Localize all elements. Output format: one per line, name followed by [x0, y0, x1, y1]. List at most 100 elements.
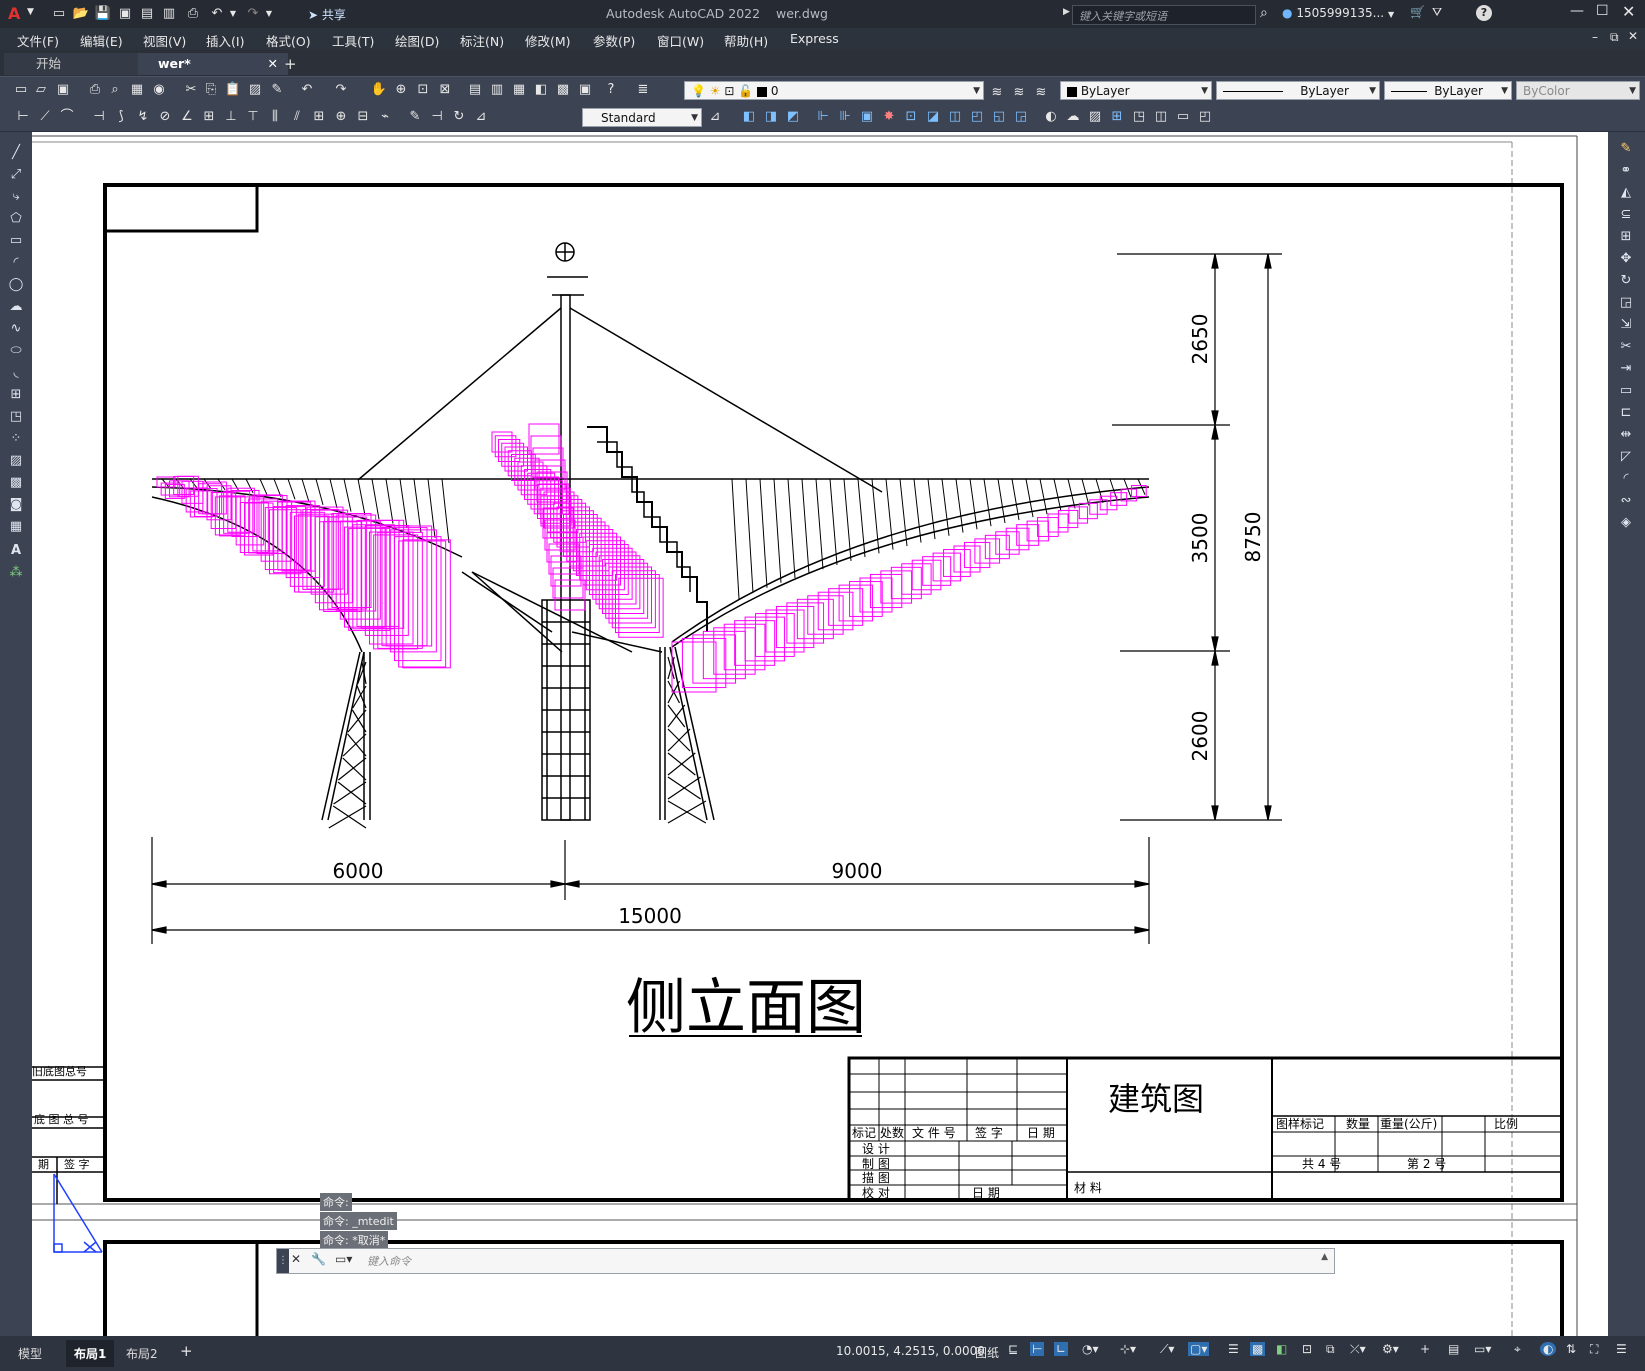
match-properties-icon[interactable]: ▨ — [246, 81, 264, 99]
spline-icon[interactable]: ∿ — [5, 320, 27, 338]
workspace-switching-icon[interactable]: ⚙▾ — [1382, 1342, 1399, 1356]
layer-previous-icon[interactable]: ≋ — [1010, 84, 1028, 102]
table-icon[interactable]: ▦ — [5, 518, 27, 536]
hatch-icon[interactable]: ▨ — [1086, 108, 1104, 126]
layer-states-icon[interactable]: ≋ — [1032, 84, 1050, 102]
insert-block-side-icon[interactable]: ⊞ — [5, 386, 27, 404]
tab-start[interactable]: 开始 — [4, 53, 154, 75]
dimstyle-dropdown[interactable]: Standard ▼ — [582, 108, 702, 127]
attach-icon[interactable]: ▭ — [1174, 108, 1192, 126]
erase-icon[interactable]: ✎ — [1615, 140, 1637, 158]
menu-parametric[interactable]: 参数(P) — [593, 31, 635, 50]
dim-space-icon[interactable]: ⫼ — [266, 108, 284, 126]
isodraft-icon[interactable]: ⟋▾ — [1160, 1342, 1174, 1357]
circle-icon[interactable]: ◯ — [5, 276, 27, 294]
menu-file[interactable]: 文件(F) — [17, 31, 59, 50]
selection-cycling-icon[interactable]: ◧ — [1276, 1342, 1287, 1356]
clean-screen-icon[interactable]: ⛶ — [1590, 1342, 1598, 1357]
close-icon[interactable]: ✕ — [1622, 2, 1635, 21]
menu-tools[interactable]: 工具(T) — [332, 31, 374, 50]
align-left-icon[interactable]: ⊩ — [814, 108, 832, 126]
isolate-objects-icon[interactable]: ◐ — [1540, 1342, 1557, 1356]
3d-print-icon[interactable]: ◉ — [150, 81, 168, 99]
explode-icon[interactable]: ✸ — [880, 108, 898, 126]
quick-properties-icon[interactable]: ▭▾ — [1474, 1342, 1491, 1356]
linetype-dropdown[interactable]: ByLayer ▼ — [1216, 81, 1380, 100]
tolerance-icon[interactable]: ⊞ — [310, 108, 328, 126]
ellipse-arc-icon[interactable]: ◟ — [5, 364, 27, 382]
drawing-canvas[interactable]: 6000 9000 15000 2650 3500 2600 8750 侧立面图 — [32, 132, 1608, 1336]
save-drawing-icon[interactable]: ▣ — [54, 81, 72, 99]
draworder-front-icon[interactable]: ◫ — [946, 108, 964, 126]
menu-help[interactable]: 帮助(H) — [724, 31, 768, 50]
group-icon[interactable]: ⊡ — [902, 108, 920, 126]
move-icon[interactable]: ✥ — [1615, 250, 1637, 268]
paper-space-toggle[interactable]: 图纸 — [975, 1344, 999, 1361]
array-icon[interactable]: ⊞ — [1615, 228, 1637, 246]
print-icon[interactable]: ⎙ — [184, 5, 202, 23]
redo-toolbar-icon[interactable]: ↷ — [332, 81, 350, 99]
coordinates-readout[interactable]: 10.0015, 4.2515, 0.0000 — [836, 1344, 985, 1358]
dim-update-icon[interactable]: ↻ — [450, 108, 468, 126]
tool-palettes-icon[interactable]: ▦ — [510, 81, 528, 99]
redo-dropdown-icon[interactable]: ▼ — [260, 5, 278, 23]
fillet-icon[interactable]: ◜ — [1615, 470, 1637, 488]
dim-linear-icon[interactable]: ⊢ — [14, 108, 32, 126]
blend-curves-icon[interactable]: ∾ — [1615, 492, 1637, 510]
plot-preview-icon[interactable]: ⌕ — [106, 81, 124, 99]
search-icon[interactable]: ⌕ — [1260, 5, 1268, 21]
app-logo-icon[interactable]: A — [8, 4, 20, 23]
zoom-window-icon[interactable]: ⊡ — [414, 81, 432, 99]
lineweight-dropdown[interactable]: ByLayer ▼ — [1384, 81, 1512, 100]
tab-wer[interactable]: wer* ✕ — [138, 53, 288, 75]
dim-arc-icon[interactable]: ⌒ — [58, 108, 76, 126]
dim-angular-icon[interactable]: ∠ — [178, 108, 196, 126]
polar-tracking-icon[interactable]: ◔▾ — [1082, 1342, 1099, 1356]
export-icon[interactable]: ▥ — [160, 5, 178, 23]
color-dropdown[interactable]: ByLayer ▼ — [1060, 81, 1212, 100]
web-icon[interactable]: ▤ — [138, 5, 156, 23]
menu-format[interactable]: 格式(O) — [266, 31, 311, 50]
copy-icon[interactable]: ⎘ — [202, 81, 220, 99]
calculator-icon[interactable]: ▣ — [576, 81, 594, 99]
command-history-arrow-icon[interactable]: ▲ — [1321, 1252, 1328, 1262]
align-right-icon[interactable]: ▣ — [858, 108, 876, 126]
make-current-layer-icon[interactable]: ≋ — [988, 84, 1006, 102]
tab-close-icon[interactable]: ✕ — [268, 53, 278, 75]
join-icon[interactable]: ⇹ — [1615, 426, 1637, 444]
break-icon[interactable]: ⊏ — [1615, 404, 1637, 422]
rotate-icon[interactable]: ↻ — [1615, 272, 1637, 290]
arc-icon[interactable]: ◜ — [5, 254, 27, 272]
annotation-scale-icon[interactable]: ⧉ — [1326, 1342, 1335, 1357]
make-block-side-icon[interactable]: ◳ — [5, 408, 27, 426]
sheet-set-icon[interactable]: ◧ — [532, 81, 550, 99]
line-icon[interactable]: ╱ — [5, 144, 27, 162]
units-icon[interactable]: ▤ — [1448, 1342, 1459, 1356]
open-drawing-icon[interactable]: ▱ — [32, 81, 50, 99]
command-grip-icon[interactable]: ⋮ — [277, 1249, 289, 1273]
stretch-icon[interactable]: ⇲ — [1615, 316, 1637, 334]
dynamic-ucs-icon[interactable]: ⊡ — [1302, 1342, 1312, 1356]
menu-view[interactable]: 视图(V) — [143, 31, 186, 50]
polyline-icon[interactable]: ⤷ — [5, 188, 27, 206]
revision-cloud-icon[interactable]: ☁ — [5, 298, 27, 316]
help-icon[interactable]: ? — [1476, 5, 1492, 21]
dim-override-icon[interactable]: ⊿ — [472, 108, 490, 126]
plot-icon[interactable]: ⎙ — [86, 81, 104, 99]
hardware-acceleration-icon[interactable]: ⇅ — [1566, 1342, 1576, 1356]
break-at-point-icon[interactable]: ▭ — [1615, 382, 1637, 400]
xref-icon[interactable]: ◫ — [1152, 108, 1170, 126]
undo-dropdown-icon[interactable]: ▼ — [224, 5, 242, 23]
dim-edit-icon[interactable]: ✎ — [406, 108, 424, 126]
transparency-icon[interactable]: ▩ — [1250, 1342, 1266, 1356]
command-customize-icon[interactable]: 🔧 — [311, 1252, 326, 1266]
inspect-icon[interactable]: ⊟ — [354, 108, 372, 126]
save-as-icon[interactable]: ▣ — [116, 5, 134, 23]
multiline-text-icon[interactable]: A — [5, 542, 27, 560]
doc-restore-icon[interactable]: ⧉ — [1610, 30, 1619, 45]
draworder-back-icon[interactable]: ◰ — [968, 108, 986, 126]
annotation-monitor-icon[interactable]: + — [1420, 1342, 1430, 1356]
menu-dimension[interactable]: 标注(N) — [460, 31, 504, 50]
quick-dim-icon[interactable]: ⊞ — [200, 108, 218, 126]
cart-icon[interactable]: 🛒 — [1410, 5, 1425, 19]
